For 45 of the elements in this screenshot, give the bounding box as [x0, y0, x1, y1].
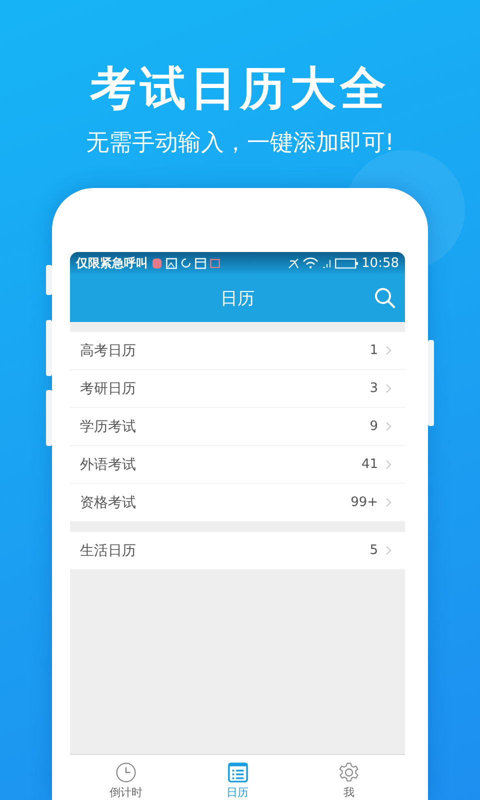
chevron-right-icon — [386, 346, 391, 355]
item-label: 高考日历 — [80, 342, 137, 360]
chevron-right-icon — [386, 498, 391, 507]
promo-subtitle: 无需手动输入，一键添加即可! — [86, 129, 394, 158]
item-label: 资格考试 — [80, 494, 137, 512]
item-label: 学历考试 — [80, 418, 137, 436]
item-count: 41 — [361, 457, 378, 472]
mail-icon — [195, 258, 206, 268]
settings-icon — [337, 762, 362, 783]
item-label: 生活日历 — [80, 542, 137, 560]
calendar-list-item[interactable]: 高考日历 1 — [70, 332, 405, 370]
chevron-right-icon — [386, 384, 391, 393]
calendar-list-item[interactable]: 考研日历 3 — [70, 370, 405, 408]
item-count: 99+ — [350, 495, 378, 510]
calendar-list-item[interactable]: 生活日历 5 — [70, 532, 405, 570]
wifi-icon — [302, 257, 318, 269]
calendar-list-item[interactable]: 资格考试 99+ — [70, 484, 405, 522]
sync-icon — [181, 258, 191, 268]
phone-side-key — [46, 390, 52, 446]
calendar-list-item[interactable]: 学历考试 9 — [70, 408, 405, 446]
image-icon — [166, 258, 177, 268]
clock-icon — [114, 762, 138, 783]
clock-time: 10:58 — [362, 256, 399, 270]
promo-title: 考试日历大全 — [90, 60, 390, 116]
chevron-right-icon — [386, 460, 391, 469]
chevron-right-icon — [386, 546, 391, 555]
item-count: 5 — [370, 543, 378, 558]
signal-icon — [322, 258, 331, 268]
item-count: 9 — [370, 419, 378, 434]
item-label: 考研日历 — [80, 380, 137, 398]
tab[interactable]: 我 — [293, 755, 405, 800]
phone-side-key — [46, 320, 52, 376]
phone-side-key — [46, 265, 52, 295]
header-title: 日历 — [220, 288, 254, 310]
tab[interactable]: 倒计时 — [70, 755, 182, 800]
carrier-text: 仅限紧急呼叫 — [76, 254, 148, 272]
list-icon — [226, 762, 248, 783]
chevron-right-icon — [386, 422, 391, 431]
calendar-list-item[interactable]: 外语考试 41 — [70, 446, 405, 484]
search-icon[interactable] — [374, 287, 396, 309]
mute-icon — [288, 258, 299, 268]
battery-icon — [334, 258, 358, 268]
item-label: 外语考试 — [80, 456, 137, 474]
item-count: 1 — [370, 343, 378, 358]
item-count: 3 — [370, 381, 378, 396]
